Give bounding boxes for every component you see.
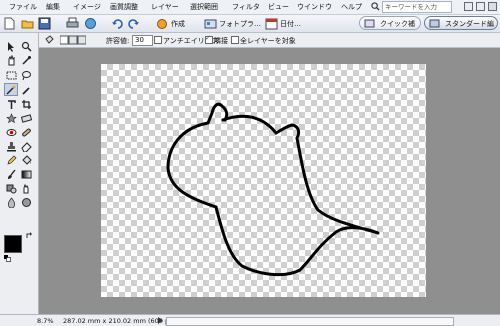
close-icon[interactable] — [488, 2, 497, 11]
contiguous-label: 隣接 — [214, 37, 228, 45]
photo-browser-button[interactable]: フォトプラ… — [219, 19, 261, 29]
standard-edit-button[interactable]: スタンダード編集 — [424, 16, 498, 42]
status-arrow-icon[interactable] — [158, 317, 164, 324]
default-colors-icon[interactable] — [4, 255, 11, 262]
zoom-tool-icon[interactable] — [21, 41, 32, 52]
search-input[interactable]: キーワードを入力 — [382, 1, 452, 13]
open-folder-icon[interactable] — [21, 17, 34, 30]
standard-edit-icon — [429, 19, 440, 28]
menu-layer[interactable]: レイヤー — [151, 2, 179, 12]
quick-fix-icon — [364, 19, 375, 28]
gradient-tool-icon[interactable] — [21, 169, 32, 180]
swap-colors-icon[interactable] — [26, 232, 33, 239]
print-icon[interactable] — [66, 17, 79, 30]
menu-bar: ファイル 編集 イメージ 画質調整 レイヤー 選択範囲 フィルタ ビュー ウイン… — [0, 0, 500, 15]
create-button[interactable]: 作成 — [171, 19, 185, 29]
search-icon[interactable] — [371, 2, 380, 11]
paint-bucket-small-icon — [45, 35, 54, 44]
all-layers-checkbox[interactable]: 全レイヤーを対象 — [231, 36, 296, 46]
menu-image[interactable]: イメージ — [73, 2, 101, 12]
date-view-button[interactable]: 日付… — [280, 19, 301, 29]
move-tool-icon[interactable] — [6, 41, 17, 52]
eyedropper-tool-icon[interactable] — [21, 55, 32, 66]
paint-bucket-tool-icon[interactable] — [21, 155, 32, 166]
contiguous-checkbox[interactable]: 隣接 — [205, 34, 228, 46]
restore-icon[interactable] — [476, 2, 485, 11]
photo-browser-icon[interactable] — [204, 17, 217, 30]
document-canvas[interactable] — [101, 64, 426, 297]
save-icon[interactable] — [38, 17, 51, 30]
straighten-tool-icon[interactable] — [21, 113, 32, 124]
menu-window[interactable]: ウインドウ — [297, 2, 332, 12]
menu-view[interactable]: ビュー — [268, 2, 289, 12]
magic-wand-tool-selected[interactable] — [4, 83, 18, 96]
menu-enhance[interactable]: 画質調整 — [110, 2, 138, 12]
menu-select[interactable]: 選択範囲 — [190, 2, 218, 12]
pencil-tool-icon[interactable] — [6, 155, 17, 166]
hand-tool-icon[interactable] — [6, 55, 17, 66]
blur-tool-icon[interactable] — [6, 197, 17, 208]
create-icon[interactable] — [156, 17, 169, 30]
shape-tool-icon[interactable] — [6, 183, 17, 194]
tolerance-input[interactable]: 30 — [132, 35, 153, 46]
quick-fix-button[interactable]: クイック補正 — [359, 16, 421, 42]
toolbox — [0, 33, 39, 325]
sponge-tool-icon[interactable] — [21, 197, 32, 208]
all-layers-label: 全レイヤーを対象 — [240, 37, 296, 45]
menu-file[interactable]: ファイル — [9, 2, 37, 12]
undo-icon[interactable] — [111, 17, 124, 30]
healing-brush-tool-icon[interactable] — [21, 127, 32, 138]
brush-tool-icon[interactable] — [6, 169, 17, 180]
cookie-cutter-tool-icon[interactable] — [6, 113, 17, 124]
share-icon[interactable] — [84, 17, 97, 30]
crop-tool-icon[interactable] — [21, 99, 32, 110]
selection-brush-tool-icon[interactable] — [21, 85, 32, 96]
status-bar: 8.7% 287.02 mm x 210.02 mm (600 ppi) — [0, 314, 500, 326]
smudge-tool-icon[interactable] — [21, 183, 32, 194]
foreground-color-swatch[interactable] — [4, 235, 22, 253]
date-view-icon[interactable] — [265, 17, 278, 30]
magic-wand-tool-icon — [6, 85, 16, 95]
all-layers-check-icon — [231, 36, 239, 44]
menu-help[interactable]: ヘルプ — [341, 2, 362, 12]
eraser-tool-icon[interactable] — [21, 141, 32, 152]
antialias-check-icon — [154, 36, 162, 44]
clone-stamp-tool-icon[interactable] — [6, 141, 17, 152]
marquee-tool-icon[interactable] — [6, 70, 17, 81]
menu-edit[interactable]: 編集 — [46, 2, 60, 12]
new-file-icon[interactable] — [3, 17, 16, 30]
main-toolbar: 作成 フォトプラ… 日付… クイック補正 スタンダード編集 — [0, 15, 500, 42]
menu-filter[interactable]: フィルタ — [232, 2, 260, 12]
red-eye-tool-icon[interactable] — [6, 127, 17, 138]
type-tool-icon[interactable] — [6, 99, 17, 110]
tool-options-bar: 許容値: 30 アンチエイリアス 隣接 全レイヤーを対象 — [0, 33, 500, 48]
redo-icon[interactable] — [127, 17, 140, 30]
tolerance-label: 許容値: — [106, 37, 130, 45]
mode-buttons-icon[interactable] — [60, 35, 86, 45]
minimize-icon[interactable] — [464, 2, 473, 11]
drawing-outline-icon — [166, 102, 380, 277]
lasso-tool-icon[interactable] — [21, 70, 32, 81]
contiguous-check-icon — [205, 34, 213, 44]
zoom-level[interactable]: 8.7% — [37, 317, 54, 325]
